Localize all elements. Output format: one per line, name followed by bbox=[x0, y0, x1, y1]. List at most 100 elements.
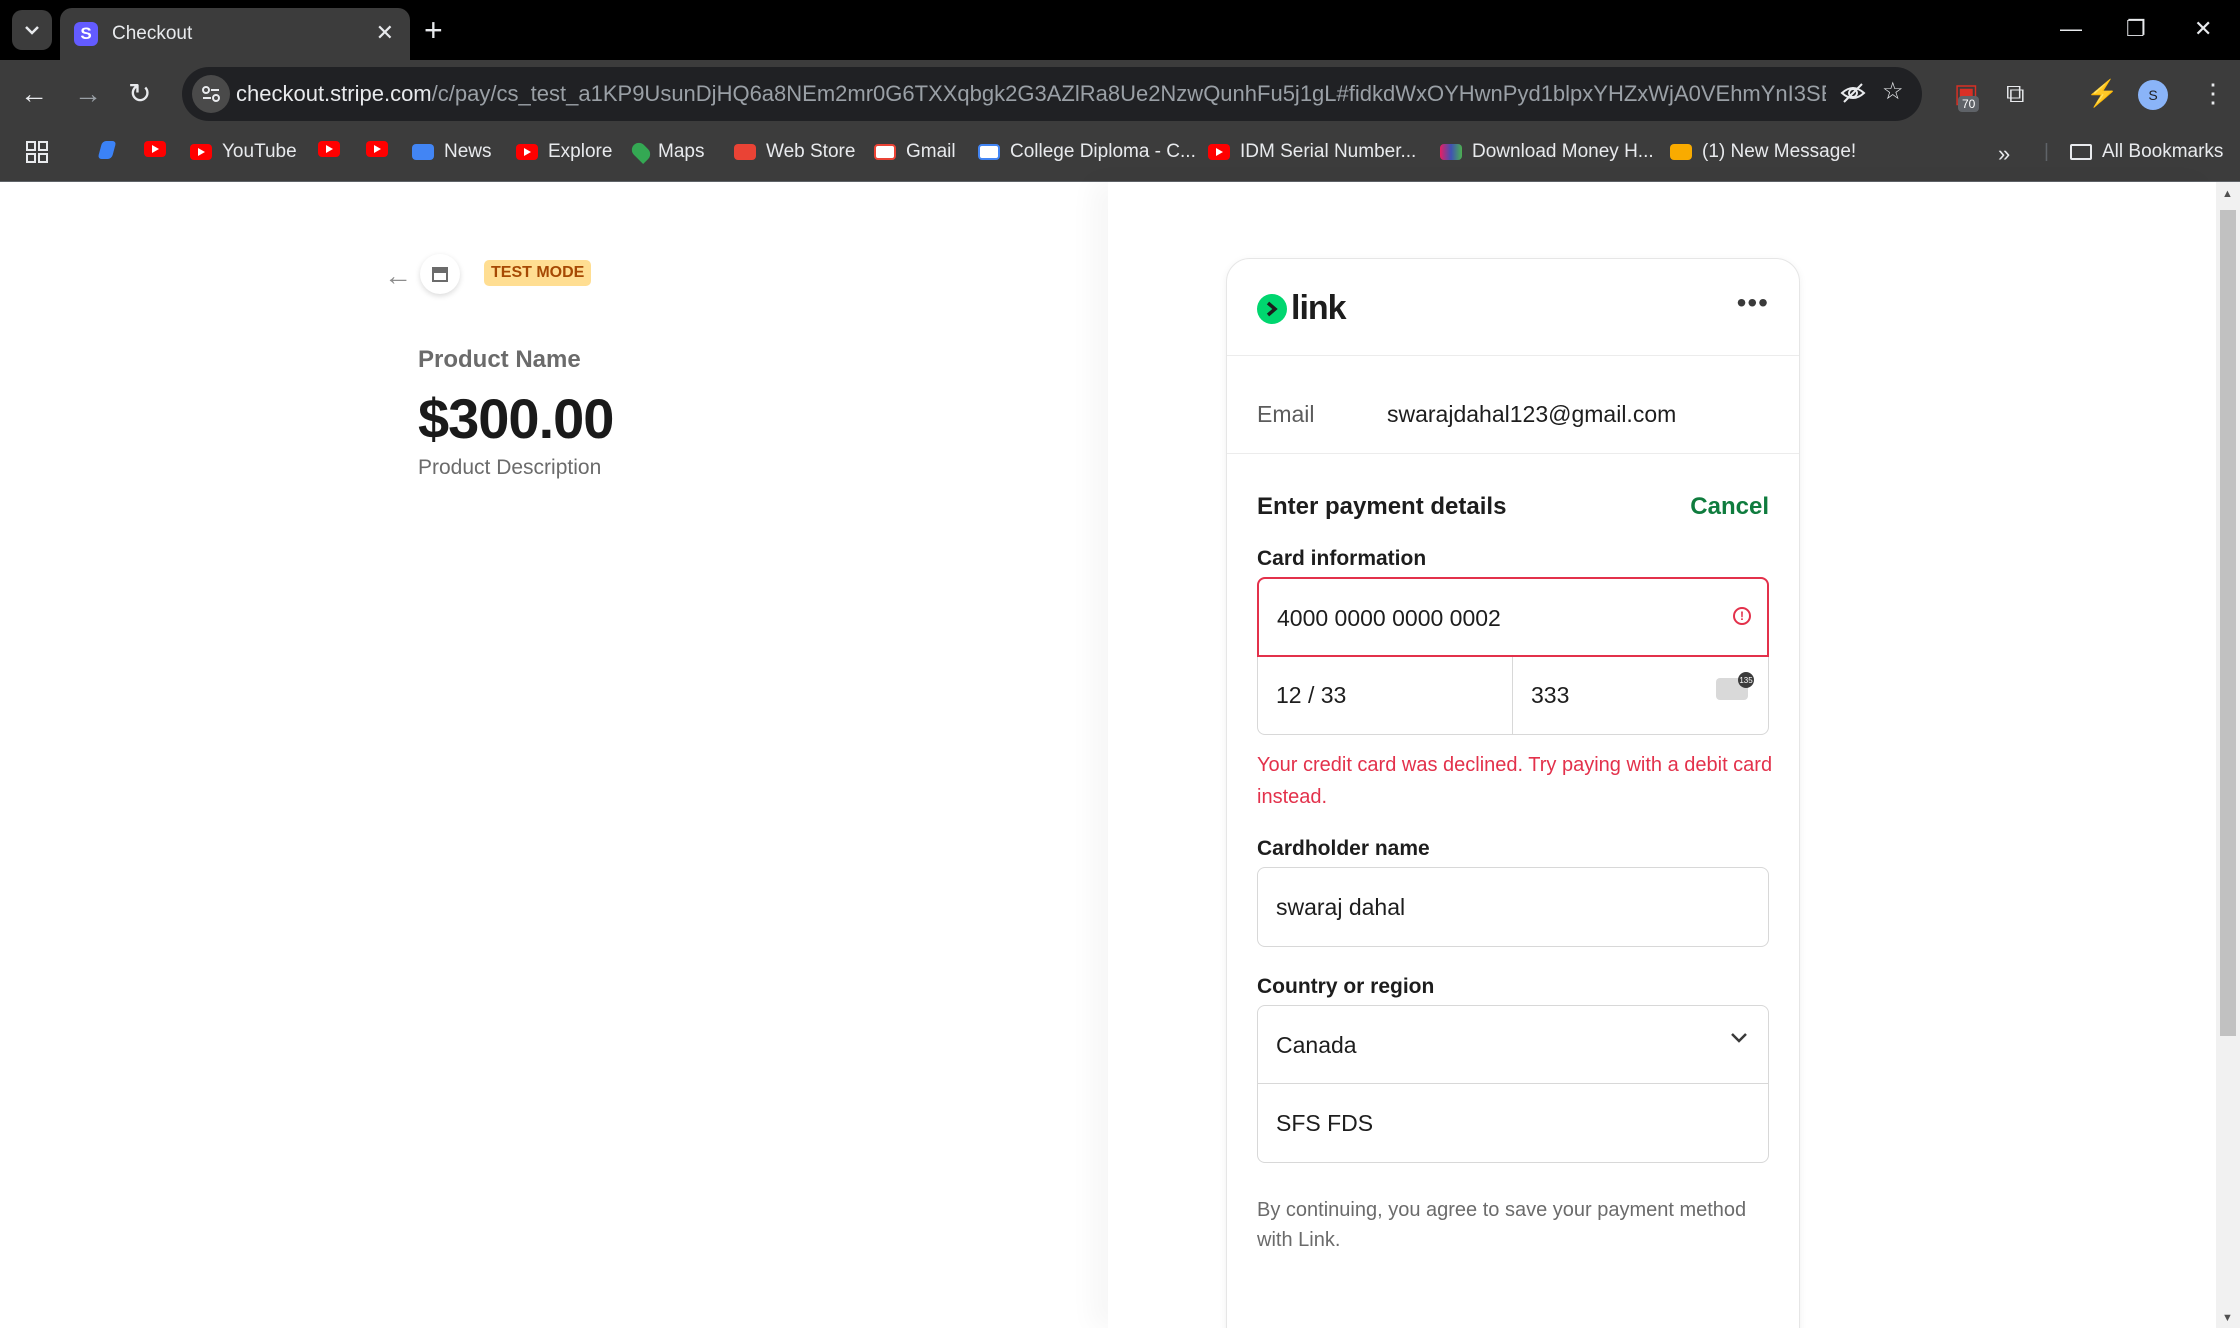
all-bookmarks-button[interactable]: All Bookmarks bbox=[2070, 141, 2223, 163]
scroll-up-arrow-icon[interactable]: ▲ bbox=[2222, 188, 2233, 200]
card-information-label: Card information bbox=[1257, 547, 1427, 570]
card-number-input[interactable]: 4000 0000 0000 0002 ! bbox=[1257, 577, 1769, 657]
bookmarks-separator: | bbox=[2044, 141, 2049, 162]
folder-icon bbox=[2070, 144, 2092, 160]
expiry-input[interactable]: 12 / 33 bbox=[1257, 655, 1513, 735]
maps-icon bbox=[628, 139, 654, 165]
cvc-badge: 135 bbox=[1738, 672, 1754, 688]
bookmark-youtube-icon-3[interactable] bbox=[366, 141, 398, 157]
back-arrow-icon[interactable]: ← bbox=[384, 262, 412, 290]
product-description: Product Description bbox=[418, 456, 602, 479]
test-mode-badge: TEST MODE bbox=[484, 260, 592, 286]
profile-avatar[interactable]: S bbox=[2138, 80, 2168, 110]
cardholder-name-label: Cardholder name bbox=[1257, 837, 1430, 860]
bookmark-gmail[interactable]: Gmail bbox=[874, 141, 956, 163]
url-path: /c/pay/cs_test_a1KP9UsunDjHQ6a8NEm2mr0G6… bbox=[431, 81, 1826, 106]
payment-details-heading: Enter payment details bbox=[1257, 493, 1507, 520]
close-window-button[interactable]: ✕ bbox=[2194, 18, 2212, 40]
bookmark-maps[interactable]: Maps bbox=[628, 139, 704, 165]
close-tab-icon[interactable]: ✕ bbox=[376, 22, 394, 44]
country-select[interactable]: Canada bbox=[1257, 1005, 1769, 1085]
browser-window: S Checkout ✕ + — ❐ ✕ ← → ↻ checkout.stri… bbox=[0, 0, 2240, 1328]
download-icon bbox=[1440, 144, 1462, 160]
cardholder-name-input[interactable]: swaraj dahal bbox=[1257, 867, 1769, 947]
chevron-down-icon bbox=[25, 26, 39, 35]
tab-strip: S Checkout ✕ + — ❐ ✕ bbox=[0, 0, 2240, 60]
link-logo: link bbox=[1257, 289, 1347, 328]
address-bar[interactable]: checkout.stripe.com/c/pay/cs_test_a1KP9U… bbox=[182, 67, 1922, 121]
bookmark-star-icon[interactable]: ☆ bbox=[1882, 80, 1904, 104]
cvc-value: 333 bbox=[1531, 682, 1570, 708]
stripe-favicon-icon: S bbox=[74, 22, 98, 46]
site-info-icon[interactable] bbox=[192, 75, 230, 113]
email-value: swarajdahal123@gmail.com bbox=[1387, 401, 1677, 427]
new-tab-button[interactable]: + bbox=[424, 14, 443, 46]
gmail-icon bbox=[874, 144, 896, 160]
store-icon[interactable] bbox=[420, 254, 460, 294]
youtube-icon bbox=[1208, 144, 1230, 160]
tab-checkout[interactable]: S Checkout ✕ bbox=[60, 8, 410, 60]
checkout-page: ← TEST MODE Product Name $300.00 Product… bbox=[0, 182, 2216, 1328]
message-icon bbox=[1670, 144, 1692, 160]
minimize-button[interactable]: — bbox=[2060, 18, 2082, 40]
error-alert-icon: ! bbox=[1733, 607, 1751, 625]
restore-button[interactable]: ❐ bbox=[2126, 18, 2146, 40]
card-number-value: 4000 0000 0000 0002 bbox=[1277, 605, 1501, 631]
forward-button[interactable]: → bbox=[74, 80, 102, 108]
product-price: $300.00 bbox=[418, 387, 614, 450]
scroll-down-arrow-icon[interactable]: ▼ bbox=[2222, 1312, 2233, 1324]
navigation-bar: ← → ↻ checkout.stripe.com/c/pay/cs_test_… bbox=[0, 60, 2240, 128]
bookmark-new-message[interactable]: (1) New Message! bbox=[1670, 141, 1856, 163]
chevron-down-icon bbox=[1731, 1033, 1747, 1043]
puzzle-icon[interactable]: ⧉ bbox=[2006, 80, 2025, 106]
bookmark-idm-serial[interactable]: IDM Serial Number... bbox=[1208, 141, 1416, 163]
extension-badge: 70 bbox=[1958, 96, 1980, 112]
bookmark-news[interactable]: News bbox=[412, 141, 492, 163]
bookmarks-bar: YouTube News Explore Maps Web Store Gmai… bbox=[0, 128, 2240, 182]
eye-off-icon[interactable] bbox=[1840, 80, 1866, 111]
scrollbar-thumb[interactable] bbox=[2220, 210, 2236, 1036]
bookmark-web-store[interactable]: Web Store bbox=[734, 141, 855, 163]
postal-code-value: SFS FDS bbox=[1276, 1110, 1374, 1136]
expiry-value: 12 / 33 bbox=[1276, 682, 1347, 708]
bookmark-explore[interactable]: Explore bbox=[516, 141, 612, 163]
postal-code-input[interactable]: SFS FDS bbox=[1257, 1083, 1769, 1163]
more-options-icon[interactable]: ••• bbox=[1737, 287, 1769, 319]
link-consent-text: By continuing, you agree to save your pa… bbox=[1257, 1199, 1747, 1251]
card-declined-error: Your credit card was declined. Try payin… bbox=[1257, 754, 1773, 808]
link-wordmark: link bbox=[1291, 289, 1347, 327]
url-host: checkout.stripe.com bbox=[236, 81, 432, 106]
apps-grid-icon[interactable] bbox=[26, 141, 48, 163]
tab-search-button[interactable] bbox=[12, 10, 52, 50]
menu-kebab-icon[interactable]: ⋮ bbox=[2200, 80, 2226, 106]
bookmark-youtube[interactable]: YouTube bbox=[190, 141, 297, 163]
cvc-card-icon: 135 bbox=[1716, 672, 1754, 700]
bookmark-k-icon[interactable] bbox=[97, 141, 124, 159]
page-scrollbar[interactable]: ▲ ▼ bbox=[2216, 182, 2240, 1328]
link-payment-card: link ••• Email swarajdahal123@gmail.com … bbox=[1226, 258, 1800, 1328]
bookmark-college-diploma[interactable]: College Diploma - C... bbox=[978, 141, 1196, 163]
cvc-input[interactable]: 333 135 bbox=[1512, 655, 1769, 735]
bookmarks-overflow-icon[interactable]: » bbox=[1998, 141, 2010, 167]
tab-title: Checkout bbox=[112, 23, 193, 44]
reload-button[interactable]: ↻ bbox=[128, 80, 151, 108]
performance-icon[interactable]: ⚡ bbox=[2086, 80, 2118, 106]
news-icon bbox=[412, 144, 434, 160]
cardholder-name-value: swaraj dahal bbox=[1276, 894, 1406, 920]
back-button[interactable]: ← bbox=[20, 80, 48, 108]
divider bbox=[1227, 355, 1799, 356]
bookmark-youtube-icon-1[interactable] bbox=[144, 141, 176, 157]
bookmark-youtube-icon-2[interactable] bbox=[318, 141, 350, 157]
link-chevron-icon bbox=[1257, 293, 1287, 324]
product-name: Product Name bbox=[418, 346, 581, 373]
youtube-icon bbox=[516, 144, 538, 160]
country-value: Canada bbox=[1276, 1032, 1357, 1058]
country-region-label: Country or region bbox=[1257, 975, 1435, 998]
cancel-button[interactable]: Cancel bbox=[1690, 493, 1769, 521]
bookmark-download-money[interactable]: Download Money H... bbox=[1440, 141, 1654, 163]
youtube-icon bbox=[190, 144, 212, 160]
webstore-icon bbox=[734, 144, 756, 160]
diploma-icon bbox=[978, 144, 1000, 160]
url-text: checkout.stripe.com/c/pay/cs_test_a1KP9U… bbox=[236, 81, 1826, 107]
divider bbox=[1227, 453, 1799, 454]
